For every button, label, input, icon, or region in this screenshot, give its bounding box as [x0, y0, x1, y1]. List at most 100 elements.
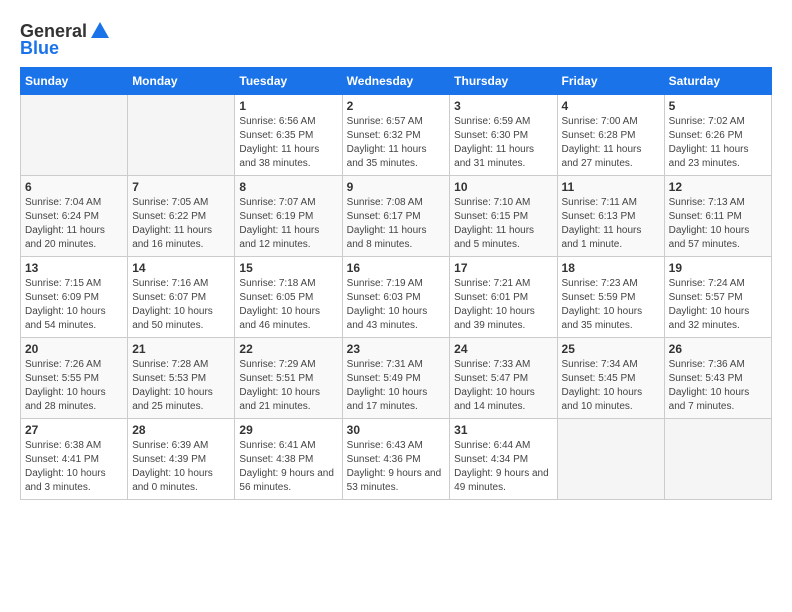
calendar-cell: 10 Sunrise: 7:10 AMSunset: 6:15 PMDaylig… [450, 176, 557, 257]
col-header-tuesday: Tuesday [235, 68, 342, 95]
day-number: 25 [562, 342, 660, 356]
day-info: Sunrise: 7:31 AMSunset: 5:49 PMDaylight:… [347, 359, 428, 412]
calendar-cell: 31 Sunrise: 6:44 AMSunset: 4:34 PMDaylig… [450, 419, 557, 500]
day-info: Sunrise: 6:56 AMSunset: 6:35 PMDaylight:… [239, 116, 319, 169]
calendar-cell: 28 Sunrise: 6:39 AMSunset: 4:39 PMDaylig… [128, 419, 235, 500]
day-info: Sunrise: 7:15 AMSunset: 6:09 PMDaylight:… [25, 278, 106, 331]
col-header-wednesday: Wednesday [342, 68, 450, 95]
day-number: 2 [347, 99, 446, 113]
calendar-cell: 27 Sunrise: 6:38 AMSunset: 4:41 PMDaylig… [21, 419, 128, 500]
day-info: Sunrise: 7:36 AMSunset: 5:43 PMDaylight:… [669, 359, 750, 412]
day-info: Sunrise: 7:34 AMSunset: 5:45 PMDaylight:… [562, 359, 643, 412]
calendar-cell: 15 Sunrise: 7:18 AMSunset: 6:05 PMDaylig… [235, 257, 342, 338]
calendar-cell: 3 Sunrise: 6:59 AMSunset: 6:30 PMDayligh… [450, 95, 557, 176]
day-info: Sunrise: 7:24 AMSunset: 5:57 PMDaylight:… [669, 278, 750, 331]
day-number: 12 [669, 180, 767, 194]
logo: General Blue [20, 20, 111, 59]
day-number: 29 [239, 423, 337, 437]
calendar-cell: 22 Sunrise: 7:29 AMSunset: 5:51 PMDaylig… [235, 338, 342, 419]
calendar-cell: 17 Sunrise: 7:21 AMSunset: 6:01 PMDaylig… [450, 257, 557, 338]
calendar-cell: 14 Sunrise: 7:16 AMSunset: 6:07 PMDaylig… [128, 257, 235, 338]
day-info: Sunrise: 6:59 AMSunset: 6:30 PMDaylight:… [454, 116, 534, 169]
day-number: 1 [239, 99, 337, 113]
day-number: 6 [25, 180, 123, 194]
day-info: Sunrise: 7:18 AMSunset: 6:05 PMDaylight:… [239, 278, 320, 331]
calendar-table: SundayMondayTuesdayWednesdayThursdayFrid… [20, 67, 772, 500]
calendar-cell: 20 Sunrise: 7:26 AMSunset: 5:55 PMDaylig… [21, 338, 128, 419]
day-info: Sunrise: 6:57 AMSunset: 6:32 PMDaylight:… [347, 116, 427, 169]
calendar-cell: 25 Sunrise: 7:34 AMSunset: 5:45 PMDaylig… [557, 338, 664, 419]
day-number: 15 [239, 261, 337, 275]
calendar-cell [664, 419, 771, 500]
day-number: 14 [132, 261, 230, 275]
day-info: Sunrise: 7:19 AMSunset: 6:03 PMDaylight:… [347, 278, 428, 331]
calendar-cell: 23 Sunrise: 7:31 AMSunset: 5:49 PMDaylig… [342, 338, 450, 419]
day-number: 24 [454, 342, 552, 356]
day-number: 18 [562, 261, 660, 275]
day-number: 28 [132, 423, 230, 437]
day-info: Sunrise: 7:04 AMSunset: 6:24 PMDaylight:… [25, 197, 105, 250]
day-number: 8 [239, 180, 337, 194]
day-info: Sunrise: 7:13 AMSunset: 6:11 PMDaylight:… [669, 197, 750, 250]
day-number: 23 [347, 342, 446, 356]
day-info: Sunrise: 7:08 AMSunset: 6:17 PMDaylight:… [347, 197, 427, 250]
day-number: 26 [669, 342, 767, 356]
calendar-cell: 19 Sunrise: 7:24 AMSunset: 5:57 PMDaylig… [664, 257, 771, 338]
calendar-cell: 1 Sunrise: 6:56 AMSunset: 6:35 PMDayligh… [235, 95, 342, 176]
day-number: 3 [454, 99, 552, 113]
calendar-cell: 8 Sunrise: 7:07 AMSunset: 6:19 PMDayligh… [235, 176, 342, 257]
day-info: Sunrise: 6:38 AMSunset: 4:41 PMDaylight:… [25, 440, 106, 493]
day-info: Sunrise: 7:28 AMSunset: 5:53 PMDaylight:… [132, 359, 213, 412]
day-number: 27 [25, 423, 123, 437]
calendar-cell [557, 419, 664, 500]
calendar-cell: 21 Sunrise: 7:28 AMSunset: 5:53 PMDaylig… [128, 338, 235, 419]
week-row-5: 27 Sunrise: 6:38 AMSunset: 4:41 PMDaylig… [21, 419, 772, 500]
day-number: 31 [454, 423, 552, 437]
day-info: Sunrise: 7:16 AMSunset: 6:07 PMDaylight:… [132, 278, 213, 331]
calendar-cell [21, 95, 128, 176]
day-info: Sunrise: 6:43 AMSunset: 4:36 PMDaylight:… [347, 440, 442, 493]
col-header-sunday: Sunday [21, 68, 128, 95]
col-header-monday: Monday [128, 68, 235, 95]
calendar-cell: 5 Sunrise: 7:02 AMSunset: 6:26 PMDayligh… [664, 95, 771, 176]
logo-blue-text: Blue [20, 38, 59, 59]
day-number: 19 [669, 261, 767, 275]
day-number: 7 [132, 180, 230, 194]
col-header-saturday: Saturday [664, 68, 771, 95]
calendar-cell: 16 Sunrise: 7:19 AMSunset: 6:03 PMDaylig… [342, 257, 450, 338]
calendar-cell: 6 Sunrise: 7:04 AMSunset: 6:24 PMDayligh… [21, 176, 128, 257]
day-info: Sunrise: 7:10 AMSunset: 6:15 PMDaylight:… [454, 197, 534, 250]
day-info: Sunrise: 7:29 AMSunset: 5:51 PMDaylight:… [239, 359, 320, 412]
week-row-1: 1 Sunrise: 6:56 AMSunset: 6:35 PMDayligh… [21, 95, 772, 176]
day-number: 22 [239, 342, 337, 356]
calendar-cell: 26 Sunrise: 7:36 AMSunset: 5:43 PMDaylig… [664, 338, 771, 419]
day-number: 5 [669, 99, 767, 113]
calendar-cell: 12 Sunrise: 7:13 AMSunset: 6:11 PMDaylig… [664, 176, 771, 257]
day-number: 11 [562, 180, 660, 194]
logo-icon [89, 20, 111, 42]
day-number: 20 [25, 342, 123, 356]
day-number: 9 [347, 180, 446, 194]
day-info: Sunrise: 6:44 AMSunset: 4:34 PMDaylight:… [454, 440, 549, 493]
day-number: 4 [562, 99, 660, 113]
calendar-cell: 7 Sunrise: 7:05 AMSunset: 6:22 PMDayligh… [128, 176, 235, 257]
calendar-cell: 30 Sunrise: 6:43 AMSunset: 4:36 PMDaylig… [342, 419, 450, 500]
day-info: Sunrise: 6:39 AMSunset: 4:39 PMDaylight:… [132, 440, 213, 493]
day-number: 10 [454, 180, 552, 194]
day-info: Sunrise: 6:41 AMSunset: 4:38 PMDaylight:… [239, 440, 334, 493]
calendar-cell: 18 Sunrise: 7:23 AMSunset: 5:59 PMDaylig… [557, 257, 664, 338]
day-info: Sunrise: 7:26 AMSunset: 5:55 PMDaylight:… [25, 359, 106, 412]
calendar-cell [128, 95, 235, 176]
day-number: 13 [25, 261, 123, 275]
calendar-cell: 9 Sunrise: 7:08 AMSunset: 6:17 PMDayligh… [342, 176, 450, 257]
week-row-2: 6 Sunrise: 7:04 AMSunset: 6:24 PMDayligh… [21, 176, 772, 257]
day-info: Sunrise: 7:05 AMSunset: 6:22 PMDaylight:… [132, 197, 212, 250]
day-info: Sunrise: 7:33 AMSunset: 5:47 PMDaylight:… [454, 359, 535, 412]
calendar-cell: 24 Sunrise: 7:33 AMSunset: 5:47 PMDaylig… [450, 338, 557, 419]
day-number: 30 [347, 423, 446, 437]
day-number: 21 [132, 342, 230, 356]
col-header-friday: Friday [557, 68, 664, 95]
day-info: Sunrise: 7:21 AMSunset: 6:01 PMDaylight:… [454, 278, 535, 331]
week-row-4: 20 Sunrise: 7:26 AMSunset: 5:55 PMDaylig… [21, 338, 772, 419]
day-info: Sunrise: 7:00 AMSunset: 6:28 PMDaylight:… [562, 116, 642, 169]
